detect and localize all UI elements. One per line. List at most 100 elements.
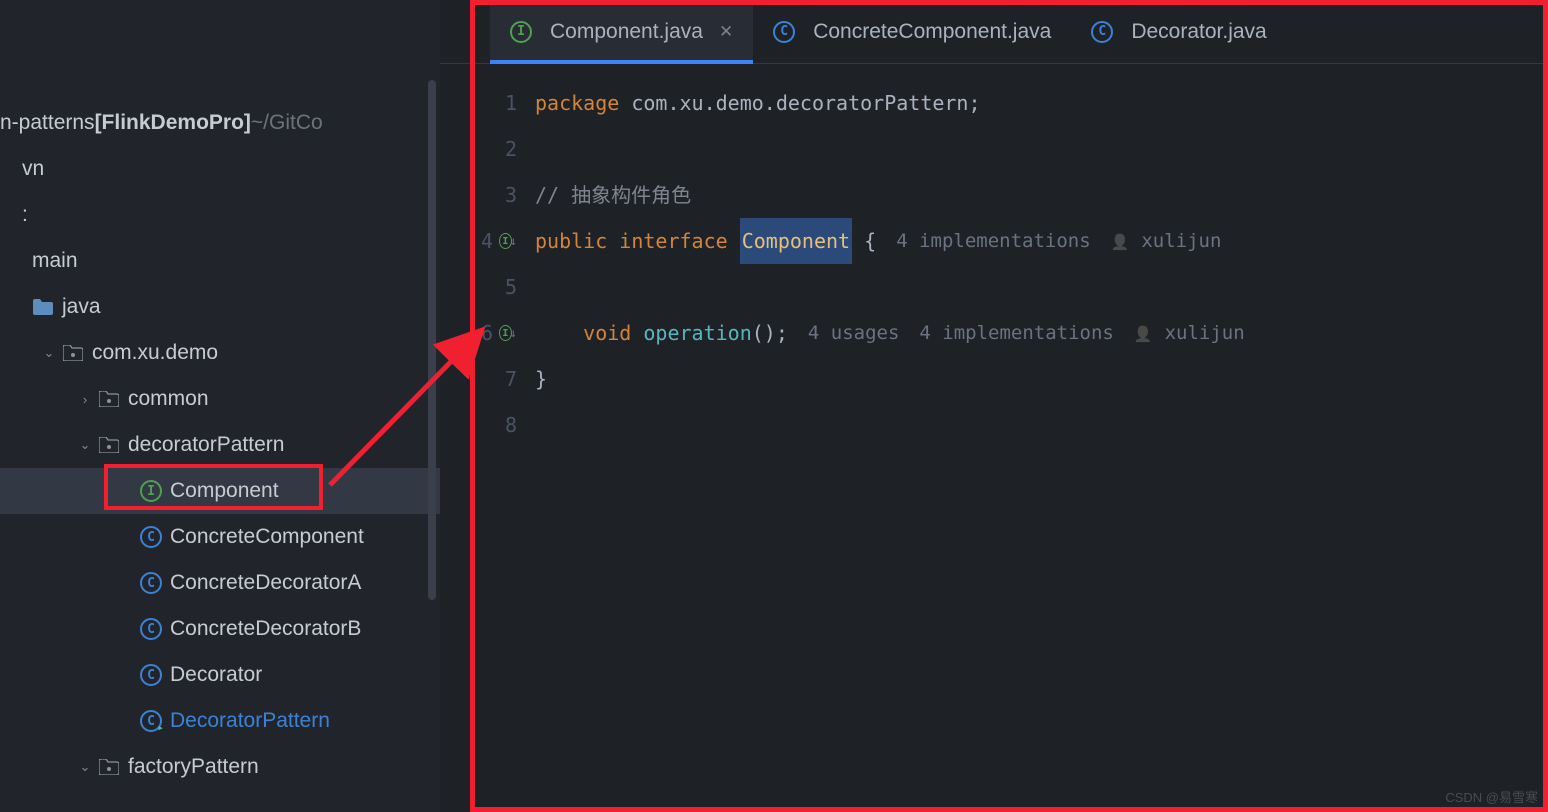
- gutter-line: 5: [440, 264, 517, 310]
- line-number: 7: [505, 367, 517, 391]
- code-line[interactable]: [535, 402, 1548, 448]
- project-sidebar[interactable]: n-patterns [FlinkDemoPro] ~/GitCo vn:mai…: [0, 0, 440, 812]
- tree-item-:[interactable]: :: [0, 192, 440, 238]
- code-line[interactable]: }: [535, 356, 1548, 402]
- editor-area: IComponent.java✕CConcreteComponent.javaC…: [440, 0, 1548, 812]
- gutter-line: 4 I↓: [440, 218, 517, 264]
- implementations-gutter-icon[interactable]: I↓: [499, 232, 517, 250]
- tree-item-label: ConcreteDecoratorB: [170, 617, 361, 641]
- code-content[interactable]: package com.xu.demo.decoratorPattern; // …: [535, 80, 1548, 812]
- token-pkg: }: [535, 356, 547, 402]
- tab-label: Component.java: [550, 20, 703, 44]
- chevron-right-icon[interactable]: ›: [76, 392, 94, 407]
- line-number: 5: [505, 275, 517, 299]
- class-icon: C: [140, 572, 162, 594]
- tree-item-common[interactable]: › common: [0, 376, 440, 422]
- code-line[interactable]: void operation(); 4 usages 4 implementatio…: [535, 310, 1548, 356]
- author-hint[interactable]: xulijun: [1111, 218, 1222, 265]
- token-kw-orange: public: [535, 218, 619, 264]
- tree-item-com-xu-demo[interactable]: ⌄ com.xu.demo: [0, 330, 440, 376]
- usage-hint[interactable]: 4 implementations: [896, 218, 1090, 264]
- gutter-line: 8: [440, 402, 517, 448]
- class-icon: C: [773, 21, 795, 43]
- tree-item-java[interactable]: java: [0, 284, 440, 330]
- line-number: 4: [481, 229, 493, 253]
- line-number: 3: [505, 183, 517, 207]
- sidebar-scrollbar[interactable]: [428, 80, 436, 600]
- gutter-line: 1: [440, 80, 517, 126]
- tab-label: Decorator.java: [1131, 20, 1266, 44]
- chevron-down-icon[interactable]: ⌄: [40, 345, 58, 361]
- tree-item-label: :: [22, 203, 28, 227]
- token-ident-hi: Component: [740, 218, 852, 264]
- tree-item-label: ConcreteDecoratorA: [170, 571, 361, 595]
- tree-item-label: decoratorPattern: [128, 433, 284, 457]
- gutter-line: 6 I↓: [440, 310, 517, 356]
- tree-item-label: com.xu.demo: [92, 341, 218, 365]
- token-kw-orange: package: [535, 80, 631, 126]
- project-root[interactable]: n-patterns [FlinkDemoPro] ~/GitCo: [0, 100, 440, 146]
- tree-item-factoryPattern[interactable]: ⌄ factoryPattern: [0, 744, 440, 790]
- token-fn: operation: [643, 310, 751, 356]
- code-line[interactable]: package com.xu.demo.decoratorPattern;: [535, 80, 1548, 126]
- close-icon[interactable]: ✕: [719, 22, 733, 42]
- chevron-down-icon[interactable]: ⌄: [76, 759, 94, 775]
- tree-item-label: DecoratorPattern: [170, 709, 330, 733]
- token-pkg: com.xu.demo.decoratorPattern;: [631, 80, 980, 126]
- class-icon: C: [140, 618, 162, 640]
- tree-item-label: Decorator: [170, 663, 262, 687]
- package-icon: [62, 342, 84, 364]
- tree-item-label: main: [32, 249, 78, 273]
- token-comment: // 抽象构件角色: [535, 172, 691, 218]
- implementations-gutter-icon[interactable]: I↓: [499, 324, 517, 342]
- token-kw-orange: interface: [619, 218, 739, 264]
- folder-icon: [32, 296, 54, 318]
- tree-item-ConcreteComponent[interactable]: CConcreteComponent: [0, 514, 440, 560]
- class-icon: C: [140, 664, 162, 686]
- tab-ConcreteComponent[interactable]: CConcreteComponent.java: [753, 0, 1071, 63]
- watermark: CSDN @易雪寒: [1445, 787, 1538, 806]
- tree-item-label: factoryPattern: [128, 755, 259, 779]
- line-number: 6: [481, 321, 493, 345]
- tree-item-main[interactable]: main: [0, 238, 440, 284]
- class-icon: C: [140, 526, 162, 548]
- gutter-line: 7: [440, 356, 517, 402]
- interface-icon: I: [140, 480, 162, 502]
- tree-item-vn[interactable]: vn: [0, 146, 440, 192]
- chevron-down-icon[interactable]: ⌄: [76, 437, 94, 453]
- project-module: [FlinkDemoPro]: [95, 111, 251, 135]
- tree-item-label: java: [62, 295, 101, 319]
- code-line[interactable]: [535, 126, 1548, 172]
- line-number: 1: [505, 91, 517, 115]
- token-kw-orange: void: [583, 310, 643, 356]
- tab-Decorator[interactable]: C Decorator.java: [1071, 0, 1286, 63]
- gutter-line: 2: [440, 126, 517, 172]
- line-number: 2: [505, 137, 517, 161]
- tab-Component[interactable]: I Component.java ✕: [490, 0, 753, 63]
- package-icon: [98, 434, 120, 456]
- line-number: 8: [505, 413, 517, 437]
- usage-hint[interactable]: 4 usages: [808, 310, 900, 356]
- code-line[interactable]: public interface Component {4 implementa…: [535, 218, 1548, 264]
- project-path: ~/GitCo: [251, 111, 323, 135]
- gutter-line: 3: [440, 172, 517, 218]
- project-name: n-patterns: [0, 111, 95, 135]
- tree-item-Decorator[interactable]: C Decorator: [0, 652, 440, 698]
- code-editor[interactable]: 1 2 34 I↓ 56 I↓ 7 8 package com.xu.demo.decorat…: [440, 64, 1548, 812]
- code-line[interactable]: [535, 264, 1548, 310]
- token-pkg: ();: [752, 310, 788, 356]
- tree-item-ConcreteDecoratorA[interactable]: C ConcreteDecoratorA: [0, 560, 440, 606]
- gutter: 1 2 34 I↓ 56 I↓ 7 8: [440, 80, 535, 812]
- code-line[interactable]: // 抽象构件角色: [535, 172, 1548, 218]
- author-hint[interactable]: xulijun: [1134, 310, 1245, 357]
- tree-item-DecoratorPattern[interactable]: C▸ DecoratorPattern: [0, 698, 440, 744]
- tree-item-label: vn: [22, 157, 44, 181]
- interface-icon: I: [510, 21, 532, 43]
- tree-item-ConcreteDecoratorB[interactable]: C ConcreteDecoratorB: [0, 606, 440, 652]
- usage-hint[interactable]: 4 implementations: [919, 310, 1113, 356]
- tree-item-label: common: [128, 387, 209, 411]
- tree-item-Component[interactable]: IComponent: [0, 468, 440, 514]
- runnable-class-icon: C▸: [140, 710, 162, 732]
- class-icon: C: [1091, 21, 1113, 43]
- tree-item-decoratorPattern[interactable]: ⌄ decoratorPattern: [0, 422, 440, 468]
